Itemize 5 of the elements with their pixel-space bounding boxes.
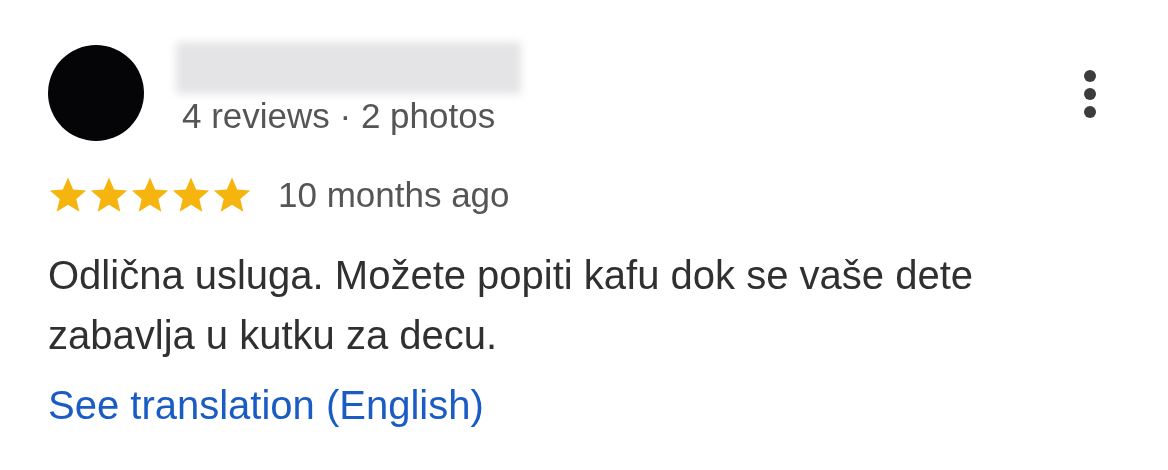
review-text: Odlična usluga. Možete popiti kafu dok se vaše dete zabavlja u kutku za decu. [48, 252, 974, 359]
more-options-icon[interactable] [1082, 69, 1098, 119]
review-time: 10 months ago [278, 175, 510, 215]
reviewer-stats: 4 reviews · 2 photos [182, 96, 497, 136]
translation-link[interactable]: See translation (English) [48, 383, 484, 428]
